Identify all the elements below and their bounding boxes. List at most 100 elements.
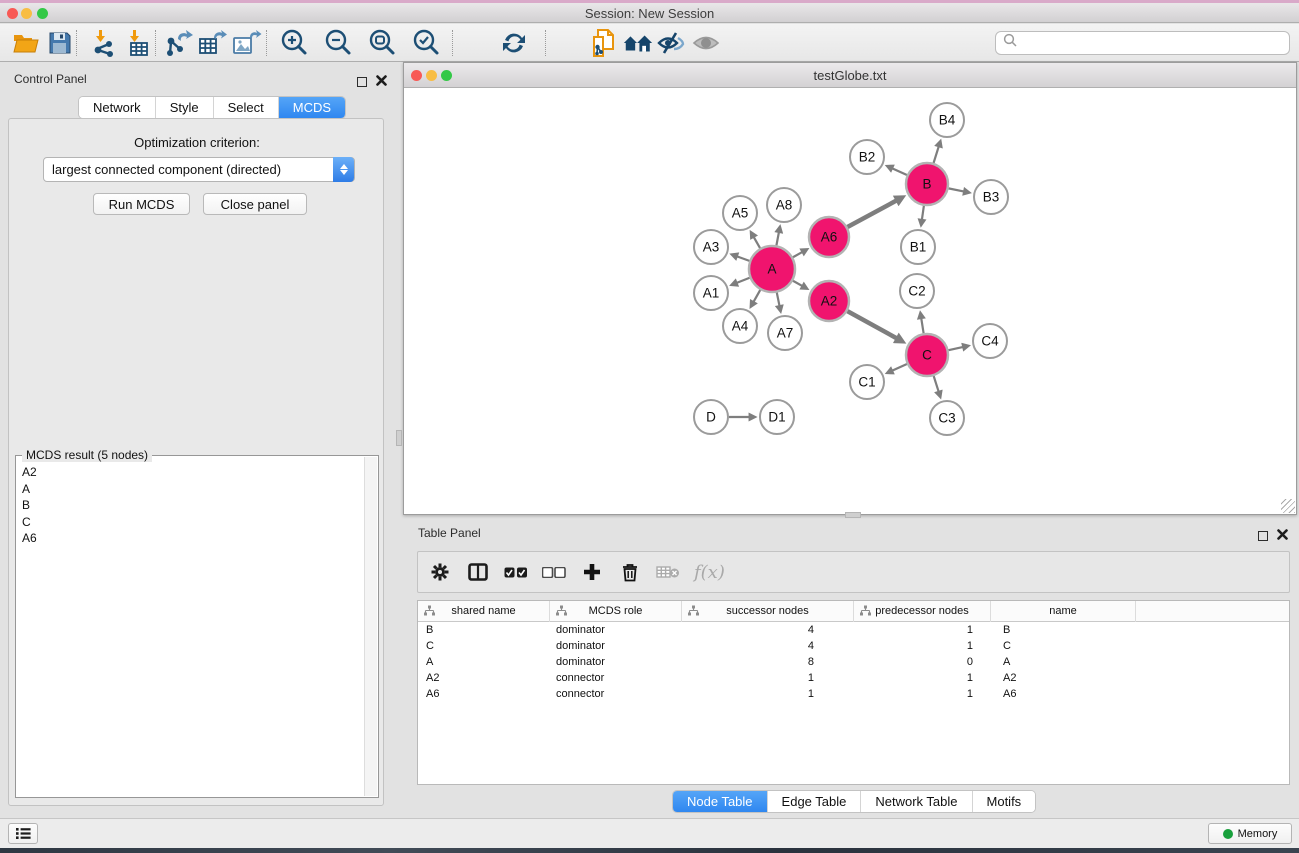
tab-mcds[interactable]: MCDS bbox=[279, 97, 345, 118]
zoom-in-icon[interactable] bbox=[278, 28, 310, 58]
save-session-icon[interactable] bbox=[44, 28, 76, 58]
zoom-fit-icon[interactable] bbox=[366, 28, 398, 58]
tab-style[interactable]: Style bbox=[156, 97, 214, 118]
mcds-result-item[interactable]: A6 bbox=[18, 530, 364, 547]
edge-A-A8[interactable] bbox=[776, 233, 778, 246]
edge-B-B2[interactable] bbox=[893, 168, 907, 174]
edge-B-B4[interactable] bbox=[934, 147, 939, 163]
cell-mcds_role[interactable]: dominator bbox=[550, 638, 682, 654]
export-table-icon[interactable] bbox=[197, 28, 229, 58]
cell-name[interactable]: B bbox=[991, 622, 1136, 638]
hide-selected-icon[interactable] bbox=[655, 28, 687, 58]
tab-edge-table[interactable]: Edge Table bbox=[768, 791, 862, 812]
search-input[interactable] bbox=[995, 31, 1290, 55]
cell-shared_name[interactable]: B bbox=[418, 622, 550, 638]
zoom-selected-icon[interactable] bbox=[410, 28, 442, 58]
apply-layout-icon[interactable] bbox=[498, 28, 530, 58]
node-A[interactable]: A bbox=[749, 246, 795, 292]
edge-A-A1[interactable] bbox=[737, 278, 750, 283]
node-D[interactable]: D bbox=[694, 400, 728, 434]
edge-B-B3[interactable] bbox=[949, 188, 964, 191]
edge-A-A7[interactable] bbox=[777, 293, 780, 306]
mcds-result-list[interactable]: A2ABCA6 bbox=[18, 464, 364, 795]
node-C4[interactable]: C4 bbox=[973, 324, 1007, 358]
window-resize-grip[interactable] bbox=[1281, 499, 1295, 513]
column-header-shared_name[interactable]: shared name bbox=[418, 601, 550, 622]
cell-shared_name[interactable]: A bbox=[418, 654, 550, 670]
function-builder-icon[interactable]: f(x) bbox=[694, 562, 725, 583]
tab-network[interactable]: Network bbox=[79, 97, 156, 118]
deselect-all-checkboxes-icon[interactable] bbox=[542, 559, 566, 585]
node-B2[interactable]: B2 bbox=[850, 140, 884, 174]
node-A2[interactable]: A2 bbox=[809, 281, 849, 321]
horizontal-scroll-nub[interactable] bbox=[845, 512, 861, 518]
vertical-scroll-nub[interactable] bbox=[396, 430, 402, 446]
mcds-list-scrollbar[interactable] bbox=[364, 457, 377, 796]
export-image-icon[interactable] bbox=[231, 28, 263, 58]
node-B3[interactable]: B3 bbox=[974, 180, 1008, 214]
open-session-icon[interactable] bbox=[10, 28, 42, 58]
table-settings-icon[interactable] bbox=[428, 559, 452, 585]
column-header-mcds_role[interactable]: MCDS role bbox=[550, 601, 682, 622]
cell-name[interactable]: A bbox=[991, 654, 1136, 670]
mcds-result-item[interactable]: A2 bbox=[18, 464, 364, 481]
column-header-predecessor_nodes[interactable]: predecessor nodes bbox=[854, 601, 991, 622]
cell-name[interactable]: A6 bbox=[991, 686, 1136, 702]
edge-A-A3[interactable] bbox=[737, 256, 749, 260]
edge-A6-B[interactable] bbox=[847, 201, 896, 227]
show-columns-icon[interactable] bbox=[466, 559, 490, 585]
zoom-out-icon[interactable] bbox=[322, 28, 354, 58]
first-neighbors-icon[interactable] bbox=[622, 28, 654, 58]
edge-A-A2[interactable] bbox=[793, 281, 802, 286]
mcds-result-item[interactable]: A bbox=[18, 481, 364, 498]
cell-predecessor_nodes[interactable]: 1 bbox=[854, 622, 991, 638]
node-table[interactable]: shared nameMCDS rolesuccessor nodesprede… bbox=[417, 600, 1290, 785]
select-all-checkboxes-icon[interactable] bbox=[504, 559, 528, 585]
cell-mcds_role[interactable]: connector bbox=[550, 686, 682, 702]
cell-successor_nodes[interactable]: 1 bbox=[682, 670, 854, 686]
node-B1[interactable]: B1 bbox=[901, 230, 935, 264]
import-network-icon[interactable] bbox=[88, 28, 120, 58]
import-table-icon[interactable] bbox=[122, 28, 154, 58]
column-header-name[interactable]: name bbox=[991, 601, 1136, 622]
edge-A-A6[interactable] bbox=[793, 252, 802, 257]
node-C[interactable]: C bbox=[906, 334, 948, 376]
network-graph[interactable]: B4B2BB3A5A8A6B1A3AA1A2C2A4A7C4CC1C3DD1 bbox=[404, 89, 1296, 514]
cell-successor_nodes[interactable]: 4 bbox=[682, 622, 854, 638]
node-A6[interactable]: A6 bbox=[809, 217, 849, 257]
run-mcds-button[interactable]: Run MCDS bbox=[93, 193, 190, 215]
new-network-from-selection-icon[interactable] bbox=[588, 28, 620, 58]
task-history-button[interactable] bbox=[8, 823, 38, 844]
cell-successor_nodes[interactable]: 1 bbox=[682, 686, 854, 702]
edge-C-C3[interactable] bbox=[934, 376, 939, 391]
cell-predecessor_nodes[interactable]: 1 bbox=[854, 670, 991, 686]
cell-shared_name[interactable]: A6 bbox=[418, 686, 550, 702]
node-B4[interactable]: B4 bbox=[930, 103, 964, 137]
node-C2[interactable]: C2 bbox=[900, 274, 934, 308]
edge-A-A4[interactable] bbox=[754, 290, 761, 302]
table-row[interactable]: A2connector11A2 bbox=[418, 670, 1289, 686]
cell-name[interactable]: A2 bbox=[991, 670, 1136, 686]
node-B[interactable]: B bbox=[906, 163, 948, 205]
table-row[interactable]: Adominator80A bbox=[418, 654, 1289, 670]
node-A8[interactable]: A8 bbox=[767, 188, 801, 222]
show-all-icon[interactable] bbox=[690, 28, 722, 58]
table-row[interactable]: A6connector11A6 bbox=[418, 686, 1289, 702]
cell-predecessor_nodes[interactable]: 0 bbox=[854, 654, 991, 670]
close-panel-button[interactable]: Close panel bbox=[203, 193, 307, 215]
delete-row-icon[interactable] bbox=[618, 559, 642, 585]
tab-motifs[interactable]: Motifs bbox=[973, 791, 1036, 812]
delete-table-icon[interactable] bbox=[656, 559, 680, 585]
node-C3[interactable]: C3 bbox=[930, 401, 964, 435]
node-A1[interactable]: A1 bbox=[694, 276, 728, 310]
tab-network-table[interactable]: Network Table bbox=[861, 791, 972, 812]
cell-shared_name[interactable]: A2 bbox=[418, 670, 550, 686]
cell-mcds_role[interactable]: dominator bbox=[550, 654, 682, 670]
close-panel-icon[interactable] bbox=[376, 73, 387, 91]
criterion-select[interactable]: largest connected component (directed) bbox=[43, 157, 355, 182]
table-row[interactable]: Cdominator41C bbox=[418, 638, 1289, 654]
node-A3[interactable]: A3 bbox=[694, 230, 728, 264]
cell-name[interactable]: C bbox=[991, 638, 1136, 654]
edge-A2-C[interactable] bbox=[847, 311, 896, 338]
node-A5[interactable]: A5 bbox=[723, 196, 757, 230]
